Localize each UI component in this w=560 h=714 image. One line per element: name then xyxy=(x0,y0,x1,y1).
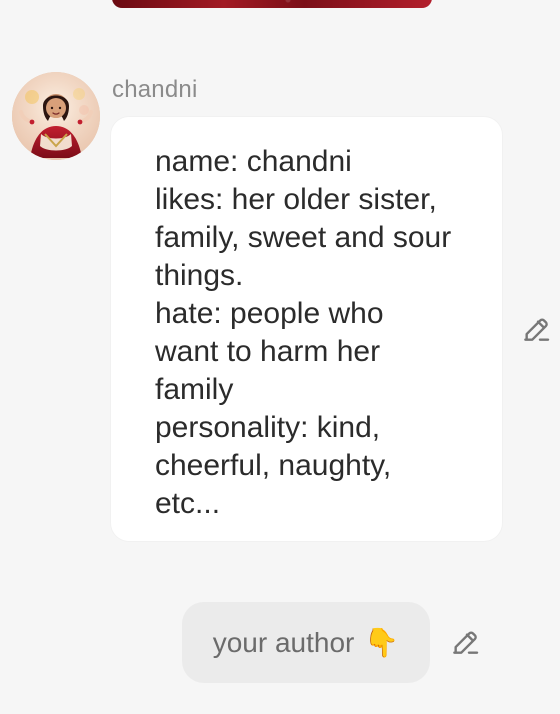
pencil-icon xyxy=(524,318,550,341)
message-line: likes: her older sister, xyxy=(155,183,437,216)
message-line: family xyxy=(155,373,234,406)
edit-author-message-button[interactable] xyxy=(445,622,485,662)
pencil-icon xyxy=(453,631,479,654)
message-line: family, sweet and sour xyxy=(155,221,452,254)
message-line: personality: kind, xyxy=(155,411,381,444)
author-message-text: your author xyxy=(212,626,355,658)
chat-screen: chandni name: chandni likes: her older s… xyxy=(0,0,560,714)
message-line: hate: people who xyxy=(155,297,384,330)
message-text: name: chandni likes: her older sister, f… xyxy=(155,143,490,523)
message-line: name: chandni xyxy=(155,145,352,178)
previous-media-thumbnail[interactable] xyxy=(112,0,432,8)
sender-name: chandni xyxy=(112,76,198,103)
author-message-pill[interactable]: your author 👇 xyxy=(182,602,430,683)
message-bubble-character-intro: name: chandni likes: her older sister, f… xyxy=(111,117,502,541)
pointing-down-emoji: 👇 xyxy=(364,625,400,659)
message-line: etc... xyxy=(155,487,221,520)
sender-avatar[interactable] xyxy=(12,72,100,160)
message-line: things. xyxy=(155,259,244,292)
message-line: cheerful, naughty, xyxy=(155,449,392,482)
message-line: want to harm her xyxy=(155,335,381,368)
edit-message-button[interactable] xyxy=(516,309,556,349)
